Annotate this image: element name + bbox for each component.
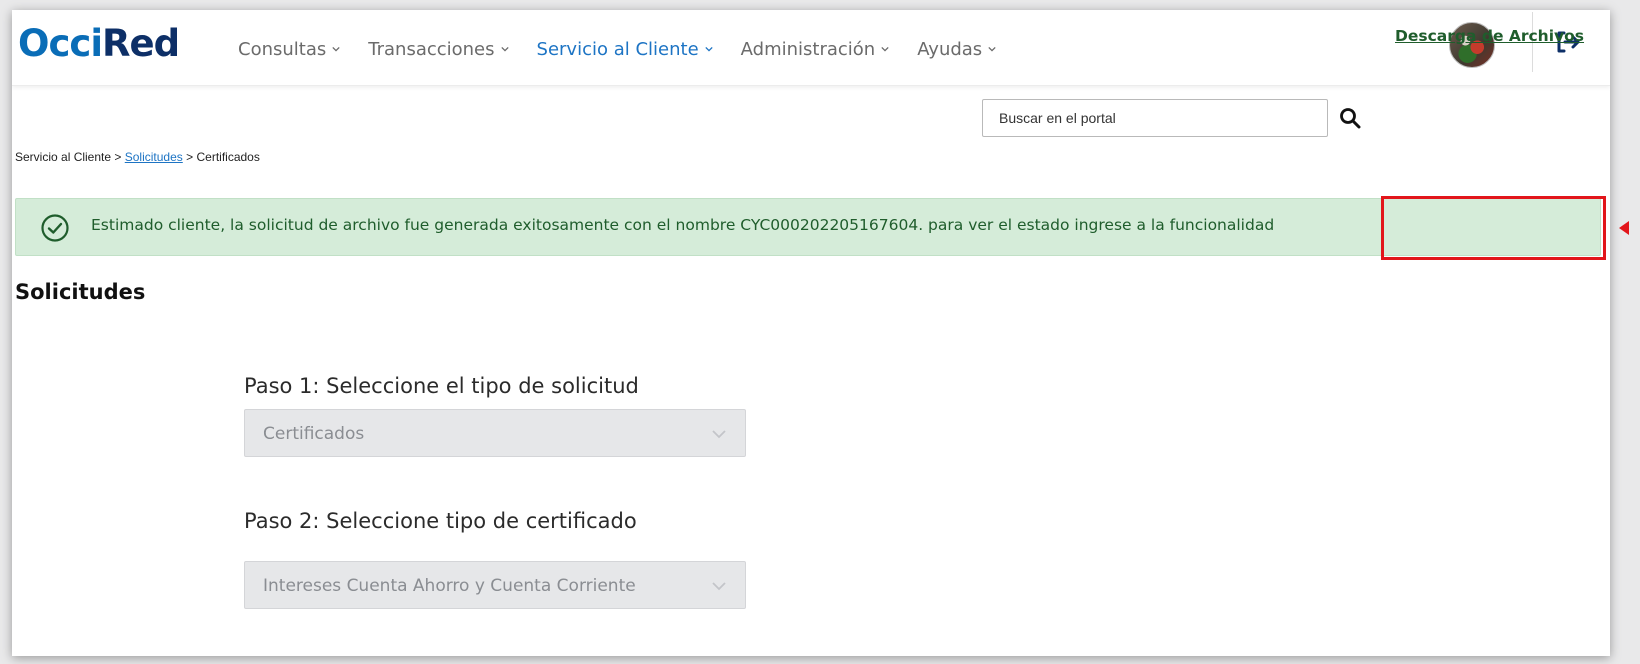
nav-item-label: Servicio al Cliente	[536, 38, 699, 60]
breadcrumb-root: Servicio al Cliente	[15, 150, 112, 164]
annotation-arrow-icon	[1619, 221, 1629, 235]
nav-item-label: Consultas	[238, 38, 327, 60]
nav-item-consultas[interactable]: Consultas	[238, 39, 340, 60]
chevron-down-icon	[500, 46, 509, 52]
chevron-down-icon	[712, 430, 726, 439]
search-input[interactable]	[982, 99, 1328, 137]
request-type-select[interactable]: Certificados	[244, 409, 746, 457]
top-header: OcciRed Consultas Transacciones Servicio…	[12, 10, 1610, 86]
breadcrumb-current: Certificados	[196, 150, 260, 164]
chevron-down-icon	[988, 46, 996, 52]
breadcrumb: Servicio al Cliente > Solicitudes > Cert…	[15, 150, 260, 164]
chevron-down-icon	[881, 46, 889, 52]
page-title: Solicitudes	[15, 280, 146, 304]
certificate-type-select[interactable]: Intereses Cuenta Ahorro y Cuenta Corrien…	[244, 561, 746, 609]
step-2-title: Paso 2: Seleccione tipo de certificado	[244, 509, 637, 533]
highlight-annotation-box	[1381, 196, 1606, 260]
breadcrumb-link-solicitudes[interactable]: Solicitudes	[125, 150, 183, 164]
portal-window: OcciRed Consultas Transacciones Servicio…	[12, 10, 1610, 656]
breadcrumb-separator: >	[186, 150, 194, 164]
nav-item-label: Transacciones	[368, 38, 495, 60]
breadcrumb-separator: >	[114, 150, 122, 164]
descarga-de-archivos-link[interactable]: Descarga de Archivos	[1395, 27, 1584, 45]
success-alert: Estimado cliente, la solicitud de archiv…	[15, 198, 1601, 256]
select-value: Intereses Cuenta Ahorro y Cuenta Corrien…	[263, 576, 636, 596]
nav-item-label: Administración	[740, 38, 876, 60]
check-circle-icon	[41, 214, 69, 242]
chevron-down-icon	[712, 582, 726, 591]
nav-item-label: Ayudas	[917, 38, 983, 60]
logo-part-red: Red	[102, 22, 180, 65]
search-icon[interactable]	[1338, 106, 1362, 130]
brand-logo[interactable]: OcciRed	[18, 22, 180, 66]
logo-part-occi: Occi	[18, 22, 103, 65]
alert-message: Estimado cliente, la solicitud de archiv…	[91, 216, 1275, 234]
step-1-title: Paso 1: Seleccione el tipo de solicitud	[244, 374, 639, 398]
select-value: Certificados	[263, 424, 365, 444]
nav-item-servicio-al-cliente[interactable]: Servicio al Cliente	[537, 39, 713, 60]
nav-item-administracion[interactable]: Administración	[741, 39, 890, 60]
chevron-down-icon	[704, 46, 713, 52]
chevron-down-icon	[332, 46, 340, 52]
main-nav: Consultas Transacciones Servicio al Clie…	[238, 32, 1024, 66]
nav-item-transacciones[interactable]: Transacciones	[368, 38, 509, 60]
nav-item-ayudas[interactable]: Ayudas	[917, 39, 996, 60]
